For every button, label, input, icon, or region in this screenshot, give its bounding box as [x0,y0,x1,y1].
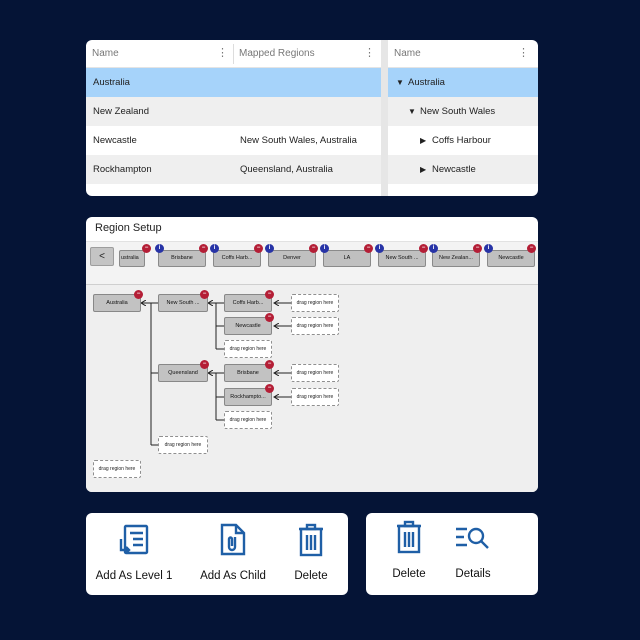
expand-icon[interactable]: ▶ [420,126,432,155]
column-header-name[interactable]: Name [388,40,421,68]
table-row[interactable]: Australia [86,68,381,97]
remove-icon[interactable]: − [199,244,208,253]
remove-icon[interactable]: − [527,244,536,253]
region-grids-panel: Name ⋮ Mapped Regions ⋮ Australia New Ze… [86,40,538,196]
table-row[interactable]: Newcastle New South Wales, Australia [86,126,381,155]
cell-regions: New South Wales, Australia [240,135,357,146]
search-details-icon [456,527,489,549]
tree-row-label: Coffs Harbour [432,135,491,146]
region-setup-panel: Region Setup < ustralia − Brisbane i − C… [86,217,538,492]
remove-icon[interactable]: − [265,313,274,322]
button-label: Add As Child [200,570,266,582]
drop-zone[interactable]: drag region here [291,364,339,382]
drop-zone[interactable]: drag region here [224,340,272,358]
region-chip[interactable]: ustralia [119,250,145,267]
info-icon[interactable]: i [210,244,219,253]
info-icon[interactable]: i [375,244,384,253]
remove-icon[interactable]: − [265,384,274,393]
panel-title: Region Setup [95,222,162,234]
scroll-back-button[interactable]: < [90,247,114,266]
remove-icon[interactable]: − [265,290,274,299]
table-row[interactable]: Rockhampton Queensland, Australia [86,155,381,184]
info-icon[interactable]: i [429,244,438,253]
drop-zone[interactable]: drag region here [93,460,141,478]
delete-button[interactable]: Delete [284,513,338,595]
add-actions-toolbar: Add As Level 1 Add As Child Delete [86,513,348,595]
region-chip[interactable]: Newcastle [487,250,535,267]
remove-icon[interactable]: − [200,360,209,369]
region-tree-canvas[interactable]: Australia − New South ... − Coffs Harb..… [86,285,538,492]
cell-name: Newcastle [93,135,137,146]
column-menu-icon[interactable]: ⋮ [217,40,228,68]
tree-grid-header: Name ⋮ [388,40,538,68]
tree-row[interactable]: ▶ Newcastle [388,155,538,184]
drop-zone[interactable]: drag region here [158,436,208,454]
remove-icon[interactable]: − [364,244,373,253]
tree-row-label: Newcastle [432,164,476,175]
trash-icon [397,520,421,554]
column-menu-icon[interactable]: ⋮ [364,40,375,68]
add-level-icon [119,524,149,555]
drop-zone[interactable]: drag region here [291,388,339,406]
grid-splitter[interactable] [381,40,388,196]
delete-button[interactable]: Delete [382,513,436,595]
region-chip[interactable]: Denver [268,250,316,267]
table-row[interactable]: New Zealand [86,97,381,126]
item-actions-toolbar: Delete Details [366,513,538,595]
collapse-icon[interactable]: ▼ [396,68,408,97]
cell-name: Australia [93,77,130,88]
cell-regions: Queensland, Australia [240,164,333,175]
drop-zone[interactable]: drag region here [291,294,339,312]
region-tree-grid: Name ⋮ ▼ Australia ▼ New South Wales ▶ Coff… [388,40,538,196]
add-as-child-button[interactable]: Add As Child [194,513,272,595]
region-chip[interactable]: Brisbane [158,250,206,267]
tree-row-label: New South Wales [420,106,496,117]
trash-icon [299,523,323,557]
info-icon[interactable]: i [484,244,493,253]
remove-icon[interactable]: − [134,290,143,299]
add-as-level1-button[interactable]: Add As Level 1 [92,513,176,595]
details-button[interactable]: Details [446,513,500,595]
expand-icon[interactable]: ▶ [420,155,432,184]
remove-icon[interactable]: − [419,244,428,253]
column-menu-icon[interactable]: ⋮ [518,40,529,68]
grid-header: Name ⋮ Mapped Regions ⋮ [86,40,381,68]
remove-icon[interactable]: − [309,244,318,253]
button-label: Details [455,568,491,580]
cell-name: Rockhampton [93,164,152,175]
remove-icon[interactable]: − [142,244,151,253]
region-chip[interactable]: Coffs Harb... [213,250,261,267]
region-chip[interactable]: New South ... [378,250,426,267]
button-label: Delete [392,568,426,580]
tree-row[interactable]: ▼ Australia [388,68,538,97]
attach-document-icon [220,523,246,556]
button-label: Delete [294,570,328,582]
region-chip[interactable]: LA [323,250,371,267]
remove-icon[interactable]: − [473,244,482,253]
region-chip-strip[interactable]: < ustralia − Brisbane i − Coffs Harb... … [86,241,538,285]
drop-zone[interactable]: drag region here [291,317,339,335]
remove-icon[interactable]: − [265,360,274,369]
column-header-mapped-regions[interactable]: Mapped Regions [233,40,315,68]
button-label: Add As Level 1 [95,570,173,582]
drop-zone[interactable]: drag region here [224,411,272,429]
remove-icon[interactable]: − [200,290,209,299]
column-header-name[interactable]: Name [86,40,119,68]
info-icon[interactable]: i [265,244,274,253]
info-icon[interactable]: i [155,244,164,253]
collapse-icon[interactable]: ▼ [408,97,420,126]
tree-row[interactable]: ▶ Coffs Harbour [388,126,538,155]
cell-name: New Zealand [93,106,149,117]
mapped-regions-grid: Name ⋮ Mapped Regions ⋮ Australia New Ze… [86,40,381,196]
tree-row-label: Australia [408,77,445,88]
info-icon[interactable]: i [320,244,329,253]
tree-row[interactable]: ▼ New South Wales [388,97,538,126]
remove-icon[interactable]: − [254,244,263,253]
region-chip[interactable]: New Zealan... [432,250,480,267]
